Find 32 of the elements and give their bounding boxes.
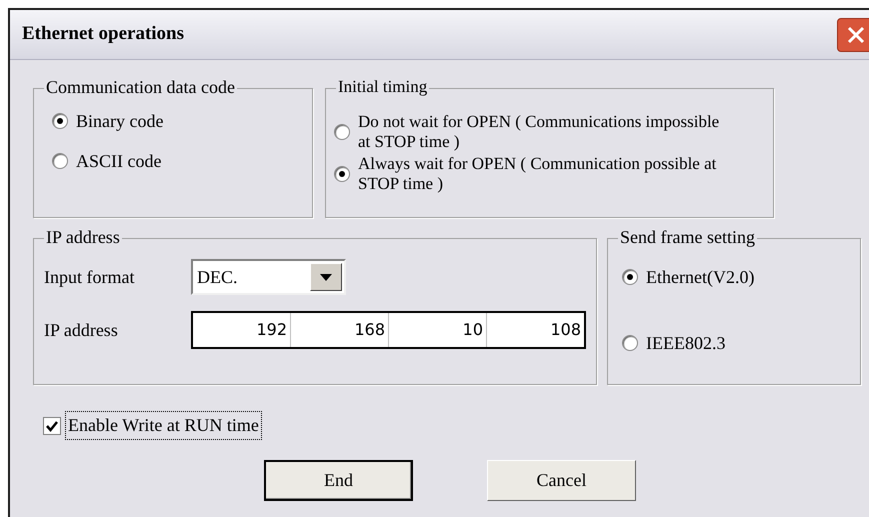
ip-octet[interactable]: 168: [291, 313, 389, 347]
radio-button[interactable]: [622, 269, 638, 285]
dropdown-value: DEC.: [197, 266, 238, 288]
radio-label: Do not wait for OPEN ( Communications impossible at STOP time ): [358, 112, 720, 152]
radio-label: ASCII code: [76, 151, 162, 171]
ip-octet[interactable]: 192: [193, 313, 291, 347]
group-title: Send frame setting: [618, 227, 757, 247]
ip-address-field[interactable]: 192 168 10 108: [191, 311, 586, 349]
radio-button[interactable]: [334, 166, 350, 182]
window-title: Ethernet operations: [22, 22, 184, 46]
group-title: Initial timing: [336, 77, 430, 97]
ip-octet[interactable]: 108: [487, 313, 584, 347]
ip-octet[interactable]: 10: [389, 313, 487, 347]
dialog-button[interactable]: Cancel: [487, 460, 636, 501]
close-icon: [846, 24, 866, 44]
radio-label: Ethernet(V2.0): [646, 267, 754, 287]
radio-button[interactable]: [334, 124, 350, 140]
close-button[interactable]: [837, 18, 869, 52]
radio-button[interactable]: [622, 335, 638, 351]
radio-button[interactable]: [52, 113, 68, 129]
radio-button[interactable]: [52, 153, 68, 169]
checkbox[interactable]: [43, 416, 61, 434]
caret-icon: [320, 274, 332, 280]
radio-label: IEEE802.3: [646, 333, 726, 353]
input-format-label: Input format: [44, 266, 136, 289]
checkbox-label: Enable Write at RUN time: [65, 411, 262, 440]
input-format-dropdown[interactable]: DEC.: [191, 259, 346, 295]
radio-label: Binary code: [76, 111, 164, 131]
dialog-button[interactable]: End: [264, 460, 413, 501]
dropdown-button[interactable]: [310, 263, 342, 291]
radio-label: Always wait for OPEN ( Communication possible at STOP time ): [358, 154, 718, 194]
ip-address-label: IP address: [44, 318, 119, 342]
